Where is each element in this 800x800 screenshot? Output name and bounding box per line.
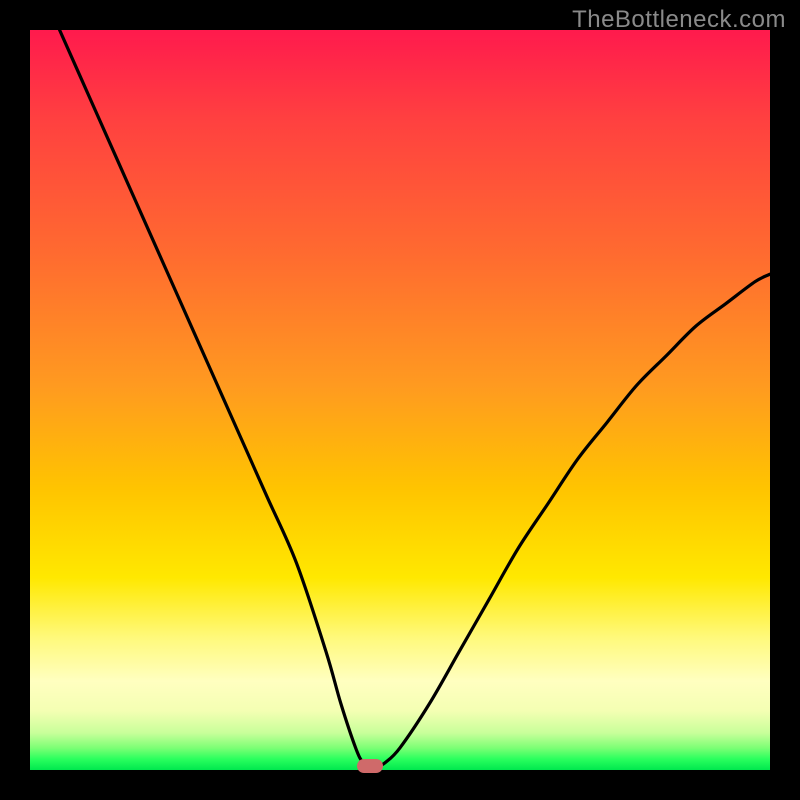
min-marker <box>357 759 383 773</box>
bottleneck-curve <box>30 30 770 770</box>
chart-frame: TheBottleneck.com <box>0 0 800 800</box>
plot-area <box>30 30 770 770</box>
watermark-text: TheBottleneck.com <box>572 6 786 34</box>
